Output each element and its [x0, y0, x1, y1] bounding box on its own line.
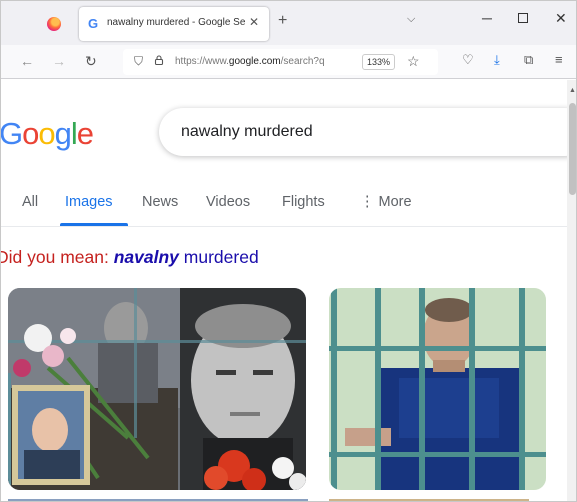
extensions-icon[interactable]: ⧉	[524, 52, 533, 68]
tab-more-label: More	[378, 194, 412, 210]
zoom-level-button[interactable]: 133%	[362, 54, 395, 70]
google-favicon-icon: G	[88, 16, 99, 31]
logo-letter: o	[38, 116, 55, 151]
tab-more[interactable]: ⋮ More	[360, 194, 412, 210]
search-input[interactable]: nawalny murdered	[181, 123, 313, 141]
tab-all[interactable]: All	[22, 194, 38, 210]
maximize-icon[interactable]	[518, 13, 528, 23]
tabs-divider	[1, 226, 567, 227]
download-icon[interactable]: ⤓	[494, 52, 500, 68]
close-tab-icon[interactable]: ✕	[249, 15, 259, 29]
image-result[interactable]	[329, 288, 546, 490]
lock-icon[interactable]	[154, 55, 164, 65]
scroll-up-icon[interactable]: ▲	[569, 87, 576, 94]
memorial-photo-image	[8, 288, 306, 490]
firefox-view-icon[interactable]	[47, 17, 61, 31]
tab-news[interactable]: News	[142, 194, 178, 210]
url-bar[interactable]: ⛉ https://www.google.com/search?q 133% ☆	[123, 49, 438, 75]
tab-strip: G nawalny murdered - Google Se… ✕ + ⌵ ─ …	[1, 1, 576, 45]
window-close-icon[interactable]: ✕	[555, 10, 567, 27]
pocket-icon[interactable]: ♡	[462, 52, 474, 68]
logo-letter: G	[1, 116, 23, 151]
tab-title: nawalny murdered - Google Se…	[107, 17, 245, 28]
browser-tab[interactable]: G nawalny murdered - Google Se… ✕	[79, 7, 269, 41]
bookmark-star-icon[interactable]: ☆	[407, 53, 420, 70]
url-text[interactable]: https://www.google.com/search?q	[175, 56, 353, 67]
prison-cell-photo-image	[329, 288, 546, 490]
browser-window: G nawalny murdered - Google Se… ✕ + ⌵ ─ …	[0, 0, 577, 502]
logo-letter: o	[22, 116, 39, 151]
back-arrow-icon[interactable]: ←	[20, 53, 34, 69]
forward-arrow-icon[interactable]: →	[52, 53, 66, 69]
google-results-page: Google nawalny murdered All Images News …	[1, 80, 567, 501]
logo-letter: e	[76, 116, 94, 151]
chevron-down-icon[interactable]: ⌵	[407, 13, 415, 26]
did-you-mean-link[interactable]: navalny murdered	[114, 247, 259, 267]
tab-flights[interactable]: Flights	[282, 194, 325, 210]
search-box[interactable]: nawalny murdered	[159, 108, 567, 156]
shield-icon[interactable]: ⛉	[134, 54, 143, 69]
more-vertical-icon: ⋮	[360, 194, 379, 210]
navigation-toolbar: ← → ↻ ⛉ https://www.google.com/search?q …	[1, 45, 576, 79]
menu-icon[interactable]: ≡	[555, 52, 563, 67]
minimize-icon[interactable]: ─	[482, 10, 492, 26]
tab-images[interactable]: Images	[65, 194, 113, 210]
did-you-mean-label: Did you mean:	[1, 247, 109, 267]
did-you-mean: Did you mean: navalny murdered	[1, 247, 259, 268]
image-result[interactable]	[8, 288, 306, 490]
logo-letter: g	[54, 116, 72, 151]
reload-icon[interactable]: ↻	[85, 53, 97, 70]
scrollbar-thumb[interactable]	[569, 103, 576, 195]
page-scrollbar[interactable]: ▲	[567, 80, 576, 501]
new-tab-icon[interactable]: +	[278, 12, 287, 30]
tab-videos[interactable]: Videos	[206, 194, 250, 210]
google-logo[interactable]: Google	[1, 116, 94, 152]
